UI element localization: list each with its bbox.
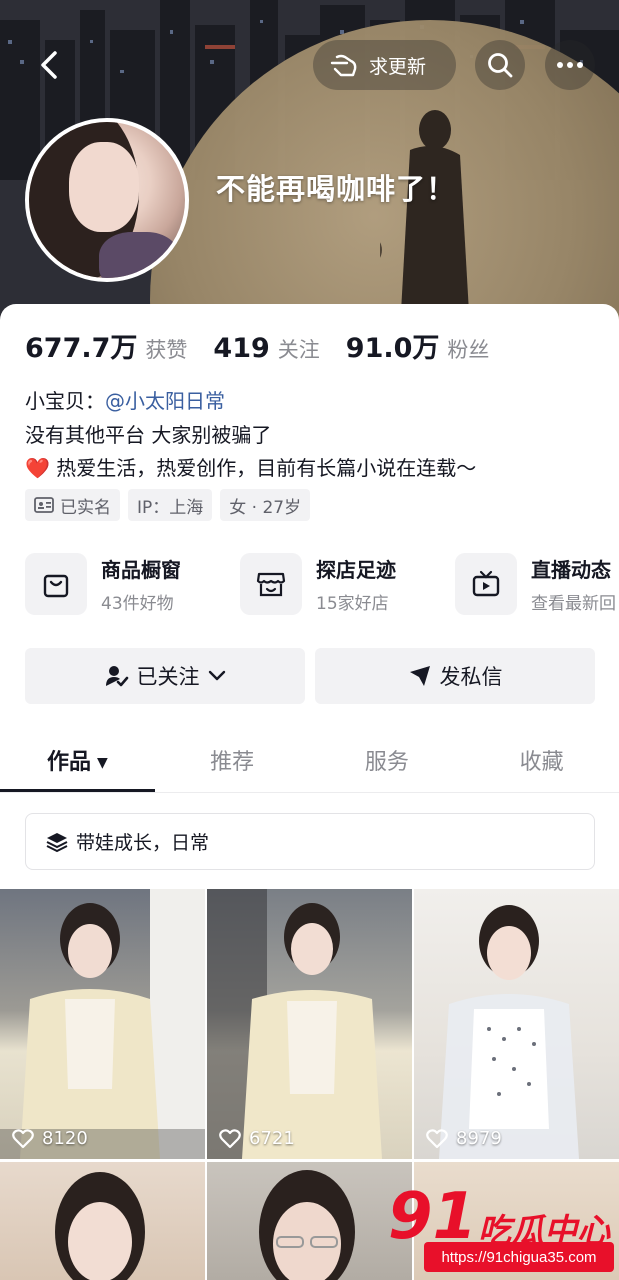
back-button[interactable] — [24, 40, 74, 90]
stat-following[interactable]: 419 关注 — [213, 333, 319, 364]
bio-line-3-text: 热爱生活，热爱创作，目前有长篇小说在连载～ — [56, 456, 477, 480]
red-heart-icon: ❤️ — [25, 456, 50, 480]
tab-works-label: 作品 — [46, 750, 91, 775]
following-label: 已关注 — [136, 665, 200, 689]
profile-banner: 求更新 不能再喝咖啡了！ — [0, 0, 619, 330]
tab-recommend-label: 推荐 — [210, 750, 255, 775]
request-update-label: 求更新 — [369, 55, 427, 78]
stat-followers[interactable]: 91.0万 粉丝 — [346, 326, 490, 365]
send-message-button[interactable]: 发私信 — [315, 648, 595, 704]
bio-line-2: 没有其他平台 大家别被骗了 — [25, 423, 272, 447]
user-check-icon — [105, 666, 128, 687]
video-likes: 8979 — [426, 1128, 502, 1149]
video-cover-image — [207, 889, 382, 1159]
layers-icon — [46, 832, 68, 852]
store-icon — [256, 572, 286, 597]
tag-gender-age-label: 女 · 27岁 — [229, 497, 302, 518]
video-cover-image — [55, 1172, 145, 1280]
heart-outline-icon — [12, 1128, 34, 1148]
service-product-subtitle: 43件好物 — [101, 594, 174, 614]
tag-verified-label: 已实名 — [60, 497, 111, 518]
bio-line-1: 小宝贝：@小太阳日常 — [25, 385, 225, 414]
video-thumbnail[interactable]: 6721 — [207, 889, 412, 1159]
collection-label: 带娃成长，日常 — [76, 832, 210, 854]
pointing-hand-icon — [330, 54, 357, 77]
tab-services[interactable]: 服务 — [310, 735, 465, 792]
search-icon — [488, 53, 513, 78]
tab-works[interactable]: 作品 ▼ — [0, 735, 155, 792]
tab-favorites-label: 收藏 — [519, 750, 564, 775]
caret-down-icon: ▼ — [96, 755, 108, 771]
tv-icon — [472, 570, 500, 597]
bio-mention-link[interactable]: @小太阳日常 — [105, 389, 225, 413]
send-message-label: 发私信 — [439, 665, 503, 689]
service-live-icon-box — [455, 553, 517, 615]
profile-services: 商品橱窗 43件好物 探店足迹 15家好店 直播动态 查看最新回 — [25, 553, 619, 615]
tab-services-label: 服务 — [364, 750, 409, 775]
service-product-icon-box — [25, 553, 87, 615]
tag-gender-age: 女 · 27岁 — [220, 489, 311, 521]
video-thumbnail[interactable] — [0, 1162, 205, 1280]
chevron-down-icon — [208, 670, 225, 681]
tag-verified: 已实名 — [25, 489, 120, 521]
video-likes-count: 8120 — [42, 1128, 88, 1149]
content-tabs: 作品 ▼ 推荐 服务 收藏 — [0, 735, 619, 793]
video-likes-count: 8979 — [456, 1128, 502, 1149]
tag-ip-location: IP：上海 — [128, 489, 213, 521]
bag-icon — [43, 574, 69, 598]
video-likes: 6721 — [219, 1128, 295, 1149]
service-store-visits[interactable]: 探店足迹 15家好店 — [240, 553, 455, 615]
service-store-icon-box — [240, 553, 302, 615]
collection-chip[interactable]: 带娃成长，日常 — [25, 813, 595, 870]
video-cover-image — [439, 905, 579, 1159]
request-update-button[interactable]: 求更新 — [313, 40, 456, 90]
service-product-title: 商品橱窗 — [101, 558, 181, 582]
stat-likes: 677.7万 获赞 — [25, 326, 187, 365]
send-arrow-icon — [409, 666, 430, 686]
service-store-subtitle: 15家好店 — [316, 594, 389, 614]
service-live-subtitle: 查看最新回 — [531, 594, 616, 614]
video-likes-count: 6721 — [249, 1128, 295, 1149]
service-live-title: 直播动态 — [531, 558, 611, 582]
site-watermark: 91 吃瓜中心 https://91chigua35.com — [388, 1180, 619, 1280]
heart-outline-icon — [219, 1128, 241, 1148]
video-cover-image — [0, 889, 205, 1159]
more-dots-icon — [557, 62, 583, 68]
id-card-icon — [34, 497, 54, 513]
stat-following-label: 关注 — [277, 338, 320, 362]
following-button[interactable]: 已关注 — [25, 648, 305, 704]
more-options-button[interactable] — [545, 40, 595, 90]
service-product-window[interactable]: 商品橱窗 43件好物 — [25, 553, 240, 615]
search-button[interactable] — [475, 40, 525, 90]
video-thumbnail[interactable]: 8979 — [414, 889, 619, 1159]
video-likes: 8120 — [12, 1128, 88, 1149]
service-live-updates[interactable]: 直播动态 查看最新回 — [455, 553, 619, 615]
video-thumbnail[interactable]: 8120 — [0, 889, 205, 1159]
profile-stats: 677.7万 获赞 419 关注 91.0万 粉丝 — [25, 326, 515, 365]
profile-tags: 已实名 IP：上海 女 · 27岁 — [25, 489, 311, 521]
tab-favorites[interactable]: 收藏 — [464, 735, 619, 792]
service-store-title: 探店足迹 — [316, 558, 396, 582]
stat-followers-value: 91.0万 — [345, 333, 440, 364]
bio-prefix: 小宝贝： — [25, 389, 105, 413]
stat-followers-label: 粉丝 — [447, 338, 490, 362]
video-cover-image — [259, 1170, 355, 1280]
couple-silhouette — [380, 110, 470, 330]
video-thumbnail[interactable] — [207, 1162, 412, 1280]
profile-avatar[interactable] — [25, 118, 189, 282]
profile-nickname: 不能再喝咖啡了！ — [216, 172, 457, 206]
watermark-url: https://91chigua35.com — [424, 1242, 614, 1272]
stat-following-value: 419 — [213, 333, 270, 364]
tab-recommend[interactable]: 推荐 — [155, 735, 310, 792]
chevron-left-icon — [41, 51, 57, 79]
stat-likes-label: 获赞 — [145, 338, 188, 362]
stat-likes-value: 677.7万 — [25, 333, 138, 364]
bio-line-3: ❤️ 热爱生活，热爱创作，目前有长篇小说在连载～ — [25, 452, 476, 481]
heart-outline-icon — [426, 1128, 448, 1148]
tag-ip-label: IP：上海 — [137, 497, 204, 518]
